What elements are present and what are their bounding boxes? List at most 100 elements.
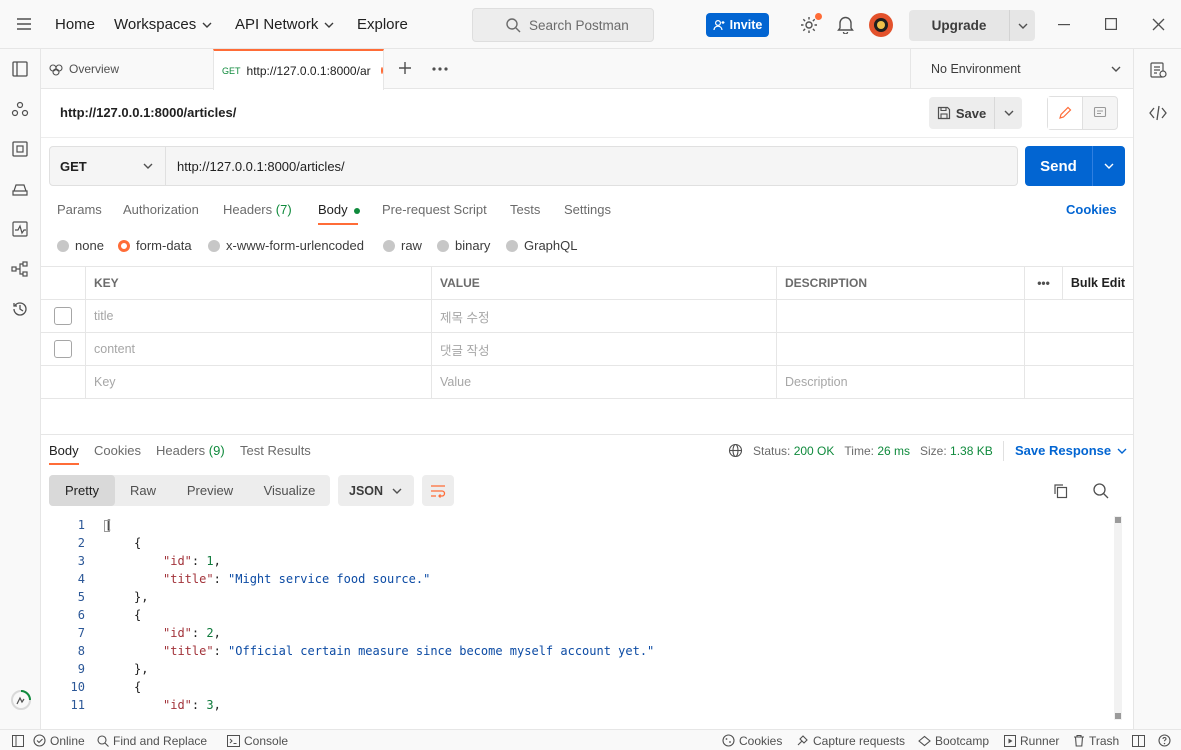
url-input[interactable]: http://127.0.0.1:8000/articles/ (166, 147, 1017, 185)
value-cell[interactable]: 댓글 작성 (432, 333, 777, 365)
format-select[interactable]: JSON (338, 475, 414, 506)
nav-workspaces[interactable]: Workspaces (114, 0, 212, 49)
radio-graphql[interactable]: GraphQL (506, 238, 577, 253)
two-pane-icon[interactable] (1132, 730, 1145, 750)
tab-params[interactable]: Params (57, 202, 102, 217)
copy-icon[interactable] (1053, 483, 1069, 499)
description-cell[interactable] (777, 300, 1025, 332)
tab-tests[interactable]: Tests (510, 202, 540, 217)
description-input[interactable]: Description (777, 366, 1025, 398)
key-cell[interactable]: content (86, 333, 432, 365)
response-tab-headers[interactable]: Headers (9) (156, 443, 225, 458)
method-select[interactable]: GET (50, 147, 166, 185)
online-status[interactable]: Online (33, 730, 85, 750)
view-preview[interactable]: Preview (171, 475, 249, 506)
response-tab-test-results[interactable]: Test Results (240, 443, 311, 458)
runner-icon (1004, 734, 1016, 747)
runner[interactable]: Runner (1004, 730, 1059, 750)
plus-icon[interactable] (398, 61, 412, 75)
globe-icon[interactable] (728, 443, 743, 458)
search-icon[interactable] (1093, 483, 1109, 499)
response-tab-body[interactable]: Body (49, 443, 79, 458)
view-pretty[interactable]: Pretty (49, 475, 115, 506)
find-replace[interactable]: Find and Replace (97, 730, 207, 750)
response-divider[interactable] (41, 434, 1133, 435)
tab-request[interactable]: GET http://127.0.0.1:8000/ar (213, 49, 384, 90)
value-input[interactable]: Value (432, 366, 777, 398)
mock-servers-icon[interactable] (11, 180, 31, 200)
radio-binary[interactable]: binary (437, 238, 490, 253)
code-icon[interactable] (1149, 105, 1167, 121)
layout-toggle-icon[interactable] (12, 730, 24, 750)
tab-settings[interactable]: Settings (564, 202, 611, 217)
history-icon[interactable] (11, 300, 31, 320)
response-tab-cookies[interactable]: Cookies (94, 443, 141, 458)
environment-quicklook-icon[interactable] (1149, 61, 1167, 79)
key-cell[interactable]: title (86, 300, 432, 332)
nav-home[interactable]: Home (55, 0, 95, 49)
footer-cookies[interactable]: Cookies (722, 730, 782, 750)
bulk-edit-button[interactable]: Bulk Edit (1063, 267, 1133, 299)
minimize-icon[interactable] (1058, 24, 1070, 26)
monitors-icon[interactable] (11, 220, 31, 240)
description-cell[interactable] (777, 333, 1025, 365)
search-input[interactable]: Search Postman (472, 8, 654, 42)
help-icon[interactable] (1158, 730, 1171, 750)
capture-requests[interactable]: Capture requests (796, 730, 905, 750)
radio-x-www-form-urlencoded[interactable]: x-www-form-urlencoded (208, 238, 364, 253)
sync-status-icon[interactable] (10, 689, 31, 710)
apis-icon[interactable] (11, 100, 31, 120)
scrollbar[interactable] (1114, 516, 1122, 720)
invite-button[interactable]: Invite (706, 13, 769, 37)
tab-authorization[interactable]: Authorization (123, 202, 199, 217)
tab-overview[interactable]: Overview (49, 49, 119, 89)
trash[interactable]: Trash (1073, 730, 1119, 750)
environments-icon[interactable] (11, 140, 31, 160)
line-number: 9 (77, 662, 85, 676)
tab-headers[interactable]: Headers (7) (223, 202, 292, 217)
chevron-down-icon[interactable] (1009, 10, 1035, 41)
nav-explore[interactable]: Explore (357, 0, 408, 49)
save-button[interactable]: Save (929, 97, 1022, 129)
cookies-link[interactable]: Cookies (1066, 202, 1117, 217)
radio-form-data[interactable]: form-data (118, 238, 192, 253)
tab-pre-request-script[interactable]: Pre-request Script (382, 202, 487, 217)
request-title[interactable]: http://127.0.0.1:8000/articles/ (60, 105, 236, 120)
view-visualize[interactable]: Visualize (249, 475, 330, 506)
environment-selector[interactable]: No Environment (910, 49, 1133, 89)
row-checkbox[interactable] (54, 307, 72, 325)
row-checkbox[interactable] (54, 340, 72, 358)
response-body-code[interactable]: 1[2{3 "id": 1, 4 "title": "Might service fo… (41, 516, 1111, 726)
pencil-icon[interactable] (1048, 97, 1083, 129)
size[interactable]: Size: 1.38 KB (920, 444, 993, 458)
maximize-icon[interactable] (1105, 18, 1117, 30)
key-input[interactable]: Key (86, 366, 432, 398)
time[interactable]: Time: 26 ms (844, 444, 910, 458)
tab-body[interactable]: Body (318, 202, 361, 217)
send-button[interactable]: Send (1025, 146, 1125, 186)
console[interactable]: Console (227, 730, 288, 750)
view-raw[interactable]: Raw (115, 475, 171, 506)
comment-icon[interactable] (1083, 97, 1117, 129)
chevron-down-icon[interactable] (995, 110, 1022, 116)
upgrade-button[interactable]: Upgrade (909, 10, 1035, 41)
bootcamp[interactable]: Bootcamp (918, 730, 989, 750)
chevron-down-icon[interactable] (1093, 146, 1125, 186)
close-icon[interactable] (1152, 18, 1165, 31)
search-icon (506, 18, 521, 33)
bell-icon[interactable] (837, 15, 854, 34)
hamburger-menu-icon[interactable] (16, 17, 32, 31)
radio-raw[interactable]: raw (383, 238, 422, 253)
nav-api-network[interactable]: API Network (235, 0, 334, 49)
more-options-icon[interactable]: ••• (1025, 267, 1063, 299)
status[interactable]: Status: 200 OK (753, 444, 834, 458)
save-response-button[interactable]: Save Response (1015, 443, 1127, 458)
radio-none[interactable]: none (57, 238, 104, 253)
wrap-lines-button[interactable] (422, 475, 454, 506)
more-tabs-icon[interactable] (432, 67, 448, 71)
value-cell[interactable]: 제목 수정 (432, 300, 777, 332)
flows-icon[interactable] (11, 260, 31, 280)
settings-icon[interactable] (799, 13, 822, 35)
avatar[interactable] (869, 13, 893, 37)
collections-icon[interactable] (11, 60, 31, 80)
